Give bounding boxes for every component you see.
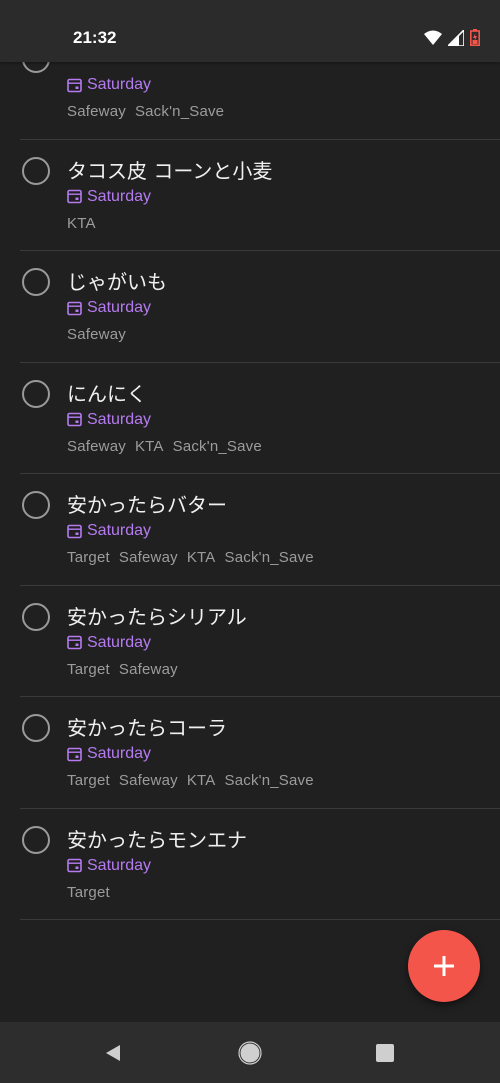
store-tag: Safeway — [67, 103, 126, 120]
home-icon — [238, 1041, 262, 1065]
item-title: 安かったらバター — [67, 493, 227, 517]
complete-checkbox[interactable] — [22, 379, 50, 408]
store-tag: Sack'n_Save — [134, 103, 225, 120]
due-date-label: Saturday — [87, 856, 152, 874]
store-tag: Safeway — [67, 326, 126, 343]
list-item[interactable]: 安かったらモンエナ Saturday Target — [0, 809, 500, 920]
list-item[interactable]: 安かったらコーラ Saturday Target Safeway KTA Sack'n_S… — [0, 697, 500, 809]
status-icons — [424, 27, 480, 50]
recents-icon — [376, 1044, 394, 1062]
item-title: じゃがいも — [67, 270, 167, 294]
list-item[interactable]: じゃがいも Saturday Safeway — [0, 251, 500, 363]
complete-checkbox[interactable] — [22, 602, 50, 631]
back-icon — [106, 1045, 120, 1061]
back-button[interactable] — [100, 1040, 126, 1066]
store-tag: Sack'n_Save — [224, 549, 314, 566]
due-date: Saturday — [67, 76, 151, 94]
due-date: Saturday — [67, 188, 151, 206]
store-tag: KTA — [67, 214, 96, 232]
item-title: 安かったらモンエナ — [67, 827, 247, 852]
due-date: Saturday — [67, 745, 151, 763]
item-title: 安かったらコーラ — [67, 716, 227, 740]
divider — [20, 919, 500, 920]
calendar-icon — [67, 78, 82, 92]
complete-checkbox[interactable] — [22, 714, 50, 742]
home-button[interactable] — [237, 1040, 263, 1066]
due-date: Saturday — [67, 522, 151, 540]
due-date-label: Saturday — [87, 745, 152, 762]
item-title: 安かったらシリアル — [67, 604, 247, 629]
store-tag: Sack'n_Save — [172, 437, 262, 455]
store-tags: Target — [67, 884, 119, 901]
store-tags: Target Safeway — [67, 661, 187, 678]
complete-checkbox[interactable] — [22, 268, 50, 296]
signal-icon — [446, 27, 465, 50]
store-tag: Safeway — [118, 772, 178, 789]
store-tags: KTA — [67, 215, 105, 232]
store-tags: Target Safeway KTA Sack'n_Save — [67, 549, 323, 566]
store-tag: Safeway — [118, 549, 178, 566]
due-date: Saturday — [67, 411, 151, 429]
store-tag: KTA — [186, 549, 216, 566]
calendar-icon — [67, 635, 82, 650]
status-time: 21:32 — [73, 28, 117, 47]
status-bar: 21:32 — [0, 0, 500, 62]
due-date-label: Saturday — [87, 187, 152, 205]
calendar-icon — [67, 524, 82, 538]
due-date: Saturday — [67, 299, 151, 317]
store-tag: Sack'n_Save — [224, 772, 314, 789]
store-tags: Target Safeway KTA Sack'n_Save — [67, 772, 323, 789]
store-tag: KTA — [134, 437, 164, 455]
calendar-icon — [67, 301, 82, 315]
recents-button[interactable] — [372, 1040, 398, 1066]
wifi-icon — [424, 30, 442, 50]
store-tag: Safeway — [118, 660, 178, 678]
calendar-icon — [67, 189, 82, 204]
store-tags: Safeway — [67, 326, 135, 343]
calendar-icon — [67, 858, 82, 873]
store-tag: KTA — [186, 772, 216, 789]
item-title: タコス皮 コーンと小麦 — [67, 158, 273, 183]
item-title: にんにく — [67, 381, 147, 406]
due-date-label: Saturday — [87, 410, 152, 428]
due-date-label: Saturday — [87, 299, 152, 316]
due-date: Saturday — [67, 857, 151, 875]
due-date-label: Saturday — [87, 76, 152, 93]
list-item[interactable]: 安かったらシリアル Saturday Target Safeway — [0, 586, 500, 697]
due-date-label: Saturday — [87, 633, 152, 651]
due-date-label: Saturday — [87, 522, 152, 539]
plus-icon — [434, 956, 454, 976]
list-item[interactable]: 安かったらバター Saturday Target Safeway KTA Sack'n_S… — [0, 474, 500, 586]
store-tag: Safeway — [67, 437, 126, 455]
complete-checkbox[interactable] — [22, 491, 50, 519]
calendar-icon — [67, 747, 82, 761]
store-tag: Target — [67, 883, 110, 901]
store-tag: Target — [67, 549, 110, 566]
list-item[interactable]: タコス皮 コーンと小麦 Saturday KTA — [0, 140, 500, 251]
store-tags: Safeway KTA Sack'n_Save — [67, 438, 271, 455]
screen: ー・ー・ーSaturdaySafewaySack'n_Saveタコス皮 コーンと… — [0, 0, 500, 1083]
store-tags: Safeway Sack'n_Save — [67, 103, 233, 120]
add-item-button[interactable] — [408, 930, 480, 1002]
battery-icon — [470, 29, 480, 50]
navigation-bar — [0, 1022, 500, 1083]
calendar-icon — [67, 412, 82, 427]
complete-checkbox[interactable] — [22, 825, 50, 854]
complete-checkbox[interactable] — [22, 156, 50, 185]
store-tag: Target — [67, 660, 110, 678]
task-list: ー・ー・ーSaturdaySafewaySack'n_Saveタコス皮 コーンと… — [0, 28, 500, 920]
list-item[interactable]: にんにく Saturday Safeway KTA Sack'n_Save — [0, 363, 500, 474]
due-date: Saturday — [67, 634, 151, 652]
store-tag: Target — [67, 772, 110, 789]
